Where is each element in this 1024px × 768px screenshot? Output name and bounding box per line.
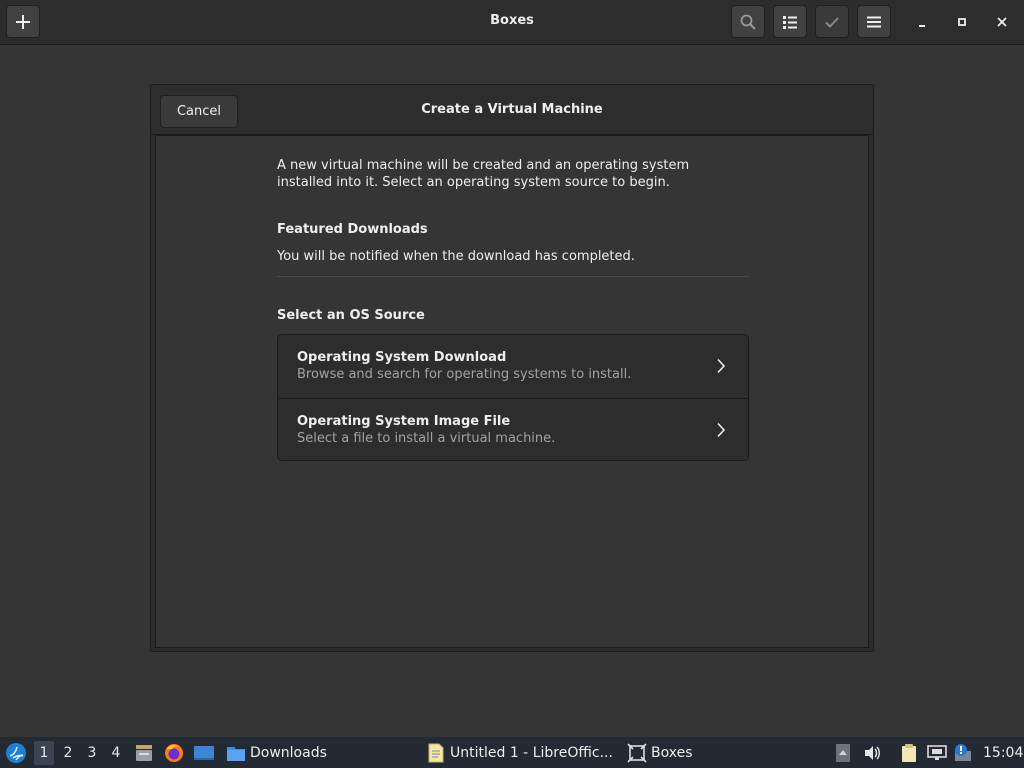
libreoffice-writer-icon <box>428 743 444 762</box>
dialog-body: A new virtual machine will be created an… <box>155 135 869 648</box>
folder-icon <box>227 746 245 761</box>
firefox-launcher[interactable] <box>164 737 184 768</box>
chevron-right-icon <box>717 422 726 438</box>
close-button[interactable] <box>992 12 1012 32</box>
clock[interactable]: 15:04 <box>983 737 1023 768</box>
maximize-icon <box>958 18 966 26</box>
network-icon <box>927 744 947 760</box>
clipboard-button[interactable] <box>899 737 919 768</box>
desktop-icon <box>194 745 214 760</box>
clipboard-icon <box>902 743 916 762</box>
taskbar: 1 2 3 4 Downloads Untitled 1 - LibreOffi… <box>0 737 1024 768</box>
firefox-icon <box>165 743 183 762</box>
check-icon <box>825 16 839 28</box>
workspace-2[interactable]: 2 <box>58 741 78 765</box>
os-source-heading: Select an OS Source <box>277 308 425 323</box>
show-desktop-button[interactable] <box>193 737 215 768</box>
workspace-3[interactable]: 3 <box>82 741 102 765</box>
create-vm-dialog: Cancel Create a Virtual Machine A new vi… <box>150 84 874 652</box>
file-manager-launcher[interactable] <box>134 737 154 768</box>
os-image-file-row[interactable]: Operating System Image File Select a fil… <box>278 398 748 460</box>
search-icon <box>740 14 756 30</box>
task-label: Untitled 1 - LibreOffic... <box>450 744 613 761</box>
os-source-list: Operating System Download Browse and sea… <box>277 334 749 461</box>
search-button[interactable] <box>731 5 765 38</box>
intro-text: A new virtual machine will be created an… <box>277 157 737 191</box>
tray-up-arrow-icon <box>836 743 850 762</box>
task-downloads[interactable]: Downloads <box>226 737 327 768</box>
dialog-header: Cancel Create a Virtual Machine <box>151 85 873 135</box>
main-menu-button[interactable] <box>857 5 891 38</box>
row-title: Operating System Image File <box>297 414 511 429</box>
task-label: Boxes <box>651 744 693 761</box>
minimize-button[interactable] <box>912 12 932 32</box>
row-subtitle: Browse and search for operating systems … <box>297 367 632 382</box>
lubuntu-logo-icon <box>6 742 26 763</box>
row-subtitle: Select a file to install a virtual machi… <box>297 431 556 446</box>
boxes-icon <box>627 742 647 763</box>
volume-icon <box>865 745 880 760</box>
task-boxes[interactable]: Boxes <box>627 737 693 768</box>
workspace-1[interactable]: 1 <box>34 741 54 765</box>
update-notification-icon <box>955 743 971 761</box>
list-view-icon <box>783 15 797 29</box>
close-icon <box>997 17 1007 27</box>
minimize-icon <box>919 25 925 27</box>
application-menu-button[interactable] <box>5 737 27 768</box>
chevron-right-icon <box>717 358 726 374</box>
row-title: Operating System Download <box>297 350 507 365</box>
separator <box>277 276 749 277</box>
selection-mode-button[interactable] <box>815 5 849 38</box>
view-mode-button[interactable] <box>773 5 807 38</box>
tray-expand-button[interactable] <box>836 737 850 768</box>
file-manager-icon <box>136 744 152 761</box>
volume-button[interactable] <box>863 737 881 768</box>
os-download-row[interactable]: Operating System Download Browse and sea… <box>278 335 748 398</box>
task-label: Downloads <box>250 744 327 761</box>
dialog-title: Create a Virtual Machine <box>421 102 603 117</box>
update-notifier-button[interactable] <box>953 737 973 768</box>
featured-downloads-heading: Featured Downloads <box>277 222 428 237</box>
hamburger-menu-icon <box>867 16 881 27</box>
download-notice: You will be notified when the download h… <box>277 249 635 264</box>
network-button[interactable] <box>927 737 947 768</box>
intro-line: installed into it. Select an operating s… <box>277 175 670 190</box>
workspace-4[interactable]: 4 <box>106 741 126 765</box>
intro-line: A new virtual machine will be created an… <box>277 158 690 173</box>
headerbar: Boxes <box>0 0 1024 45</box>
maximize-button[interactable] <box>952 12 972 32</box>
task-libreoffice[interactable]: Untitled 1 - LibreOffic... <box>428 737 613 768</box>
